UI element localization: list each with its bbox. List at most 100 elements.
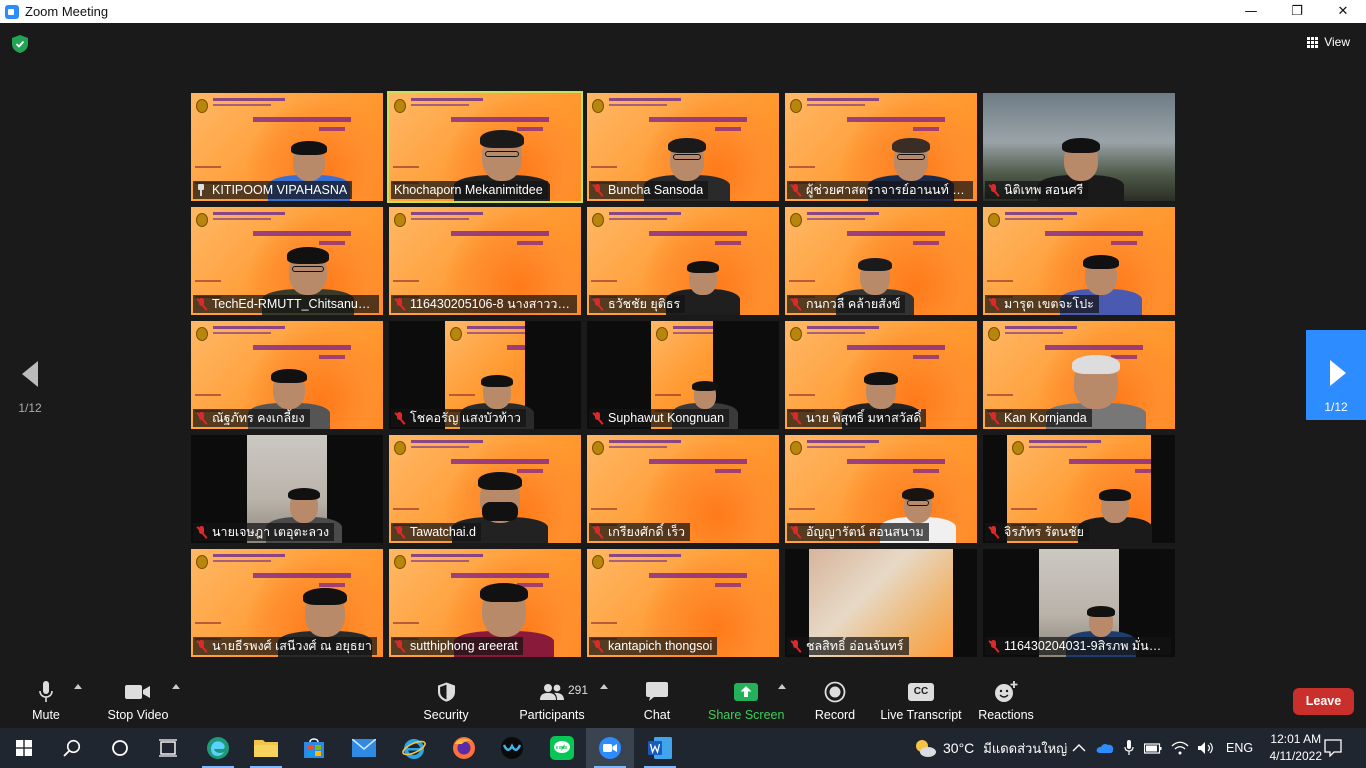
- participant-tile[interactable]: TechEd-RMUTT_Chitsanup...: [191, 207, 383, 315]
- windows-logo-icon: [16, 740, 32, 756]
- security-shield-icon[interactable]: [12, 35, 28, 53]
- participant-tile[interactable]: ผู้ช่วยศาสตราจารย์อานนท์ นิยม...: [785, 93, 977, 201]
- microphone-icon: [39, 681, 53, 702]
- maximize-button[interactable]: ❐: [1274, 0, 1320, 23]
- participant-tile[interactable]: sutthiphong areerat: [389, 549, 581, 657]
- participant-name-label: 116430205106-8 นางสาววรร...: [391, 295, 577, 313]
- participant-tile[interactable]: 116430205106-8 นางสาววรร...: [389, 207, 581, 315]
- participants-count: 291: [568, 683, 589, 697]
- participant-name-label: Tawatchai.d: [391, 523, 482, 541]
- taskbar-file-explorer[interactable]: [242, 728, 290, 768]
- participant-name-label: จิรภัทร รัตนชัย: [985, 523, 1089, 541]
- minimize-button[interactable]: —: [1228, 0, 1274, 23]
- stop-video-button[interactable]: Stop Video: [104, 679, 172, 725]
- notifications-button[interactable]: [1310, 728, 1356, 768]
- participants-options-caret[interactable]: [598, 679, 610, 725]
- participant-tile[interactable]: จิรภัทร รัตนชัย: [983, 435, 1175, 543]
- taskbar-store[interactable]: [290, 728, 338, 768]
- participant-name: Khochaporn Mekanimitdee: [394, 183, 543, 197]
- mute-button[interactable]: Mute: [24, 679, 68, 725]
- participant-tile[interactable]: Khochaporn Mekanimitdee: [387, 91, 583, 203]
- participant-name-label: อัญญารัตน์ สอนสนาม: [787, 523, 929, 541]
- pin-icon: [196, 184, 206, 196]
- participant-tile[interactable]: kantapich thongsoi: [587, 549, 779, 657]
- participant-tile[interactable]: 116430204031-9สิรภพ มั่นทอง: [983, 549, 1175, 657]
- participants-label: Participants: [519, 708, 585, 722]
- taskbar-edge-dev[interactable]: [194, 728, 242, 768]
- participant-tile[interactable]: อัญญารัตน์ สอนสนาม: [785, 435, 977, 543]
- previous-page-button[interactable]: 1/12: [14, 353, 46, 415]
- participant-tile[interactable]: Buncha Sansoda: [587, 93, 779, 201]
- muted-mic-icon: [592, 297, 603, 311]
- participant-name: มารุต เขตจะโปะ: [1004, 297, 1094, 311]
- window-controls: — ❐ ✕: [1228, 0, 1366, 23]
- participant-tile[interactable]: นิติเทพ สอนศรี: [983, 93, 1175, 201]
- participant-tile[interactable]: นายธีรพงศ์ เสนีวงศ์ ณ อยุธยา: [191, 549, 383, 657]
- participant-tile[interactable]: Tawatchai.d: [389, 435, 581, 543]
- leave-button[interactable]: Leave: [1293, 688, 1354, 715]
- participants-button[interactable]: Participants 291: [518, 679, 589, 725]
- chevron-up-icon[interactable]: [1072, 743, 1086, 753]
- task-view-button[interactable]: [144, 728, 192, 768]
- participant-name: Tawatchai.d: [410, 525, 477, 539]
- taskbar-mail[interactable]: [340, 728, 388, 768]
- smiley-plus-icon: [995, 681, 1018, 702]
- participant-tile[interactable]: นายเจษฎา เตอุตะลวง: [191, 435, 383, 543]
- participant-tile[interactable]: มารุต เขตจะโปะ: [983, 207, 1175, 315]
- participant-tile[interactable]: Suphawut Kongnuan: [587, 321, 779, 429]
- participant-tile[interactable]: ธวัชชัย ยุติธร: [587, 207, 779, 315]
- chat-button[interactable]: Chat: [636, 679, 678, 725]
- participant-tile[interactable]: กนกวลี คล้ายสังข์: [785, 207, 977, 315]
- record-button[interactable]: Record: [812, 679, 858, 725]
- muted-mic-icon: [790, 297, 801, 311]
- taskbar-zoom[interactable]: [586, 728, 634, 768]
- audio-options-caret[interactable]: [72, 679, 84, 725]
- reactions-button[interactable]: Reactions: [978, 679, 1034, 725]
- view-button[interactable]: View: [1307, 35, 1350, 49]
- search-button[interactable]: [48, 728, 96, 768]
- closed-captions-icon: CC: [908, 683, 934, 701]
- participant-tile[interactable]: KITIPOOM VIPAHASNA: [191, 93, 383, 201]
- next-page-button[interactable]: 1/12: [1306, 330, 1366, 420]
- participant-name: KITIPOOM VIPAHASNA: [212, 183, 348, 197]
- start-button[interactable]: [0, 728, 48, 768]
- muted-mic-icon: [988, 411, 999, 425]
- folder-icon: [254, 740, 278, 757]
- participant-name: เกรียงศักดิ์ เร็ว: [608, 525, 686, 539]
- close-button[interactable]: ✕: [1320, 0, 1366, 23]
- share-screen-button[interactable]: Share Screen: [708, 679, 784, 725]
- participant-tile[interactable]: ชลสิทธิ์ อ่อนจันทร์: [785, 549, 977, 657]
- participant-tile[interactable]: นาย พิสุทธิ์ มหาสวัสดิ์: [785, 321, 977, 429]
- share-options-caret[interactable]: [776, 679, 788, 725]
- input-language[interactable]: ENG: [1226, 741, 1253, 755]
- participant-name: นิติเทพ สอนศรี: [1004, 183, 1084, 197]
- live-transcript-button[interactable]: CC Live Transcript: [880, 679, 962, 725]
- share-screen-label: Share Screen: [708, 708, 785, 722]
- muted-mic-icon: [592, 183, 603, 197]
- taskbar-firefox[interactable]: [440, 728, 488, 768]
- cortana-button[interactable]: [96, 728, 144, 768]
- taskbar-internet-explorer[interactable]: [390, 728, 438, 768]
- taskbar-webex[interactable]: [488, 728, 536, 768]
- weather-description: มีแดดส่วนใหญ่: [983, 740, 1068, 756]
- weather-widget[interactable]: 30°C มีแดดส่วนใหญ่: [914, 728, 1067, 768]
- microphone-tray-icon[interactable]: [1124, 740, 1134, 756]
- muted-mic-icon: [394, 411, 405, 425]
- video-options-caret[interactable]: [170, 679, 182, 725]
- participant-name-label: ณัฐภัทร คงเกลี้ยง: [193, 409, 310, 427]
- muted-mic-icon: [988, 639, 999, 653]
- security-button[interactable]: Security: [420, 679, 472, 725]
- participant-tile[interactable]: Kan Kornjanda: [983, 321, 1175, 429]
- participant-name: Buncha Sansoda: [608, 183, 704, 197]
- battery-icon[interactable]: [1144, 742, 1162, 754]
- participant-tile[interactable]: โชคอรัญ แสงบัวท้าว: [389, 321, 581, 429]
- onedrive-cloud-icon[interactable]: [1096, 742, 1114, 754]
- volume-icon[interactable]: [1197, 741, 1215, 755]
- taskbar-word[interactable]: [636, 728, 684, 768]
- wifi-icon[interactable]: [1171, 741, 1189, 755]
- edge-browser-icon: [207, 737, 229, 759]
- share-screen-arrow-icon: [734, 683, 758, 701]
- taskbar-line[interactable]: [538, 728, 586, 768]
- participant-tile[interactable]: เกรียงศักดิ์ เร็ว: [587, 435, 779, 543]
- participant-tile[interactable]: ณัฐภัทร คงเกลี้ยง: [191, 321, 383, 429]
